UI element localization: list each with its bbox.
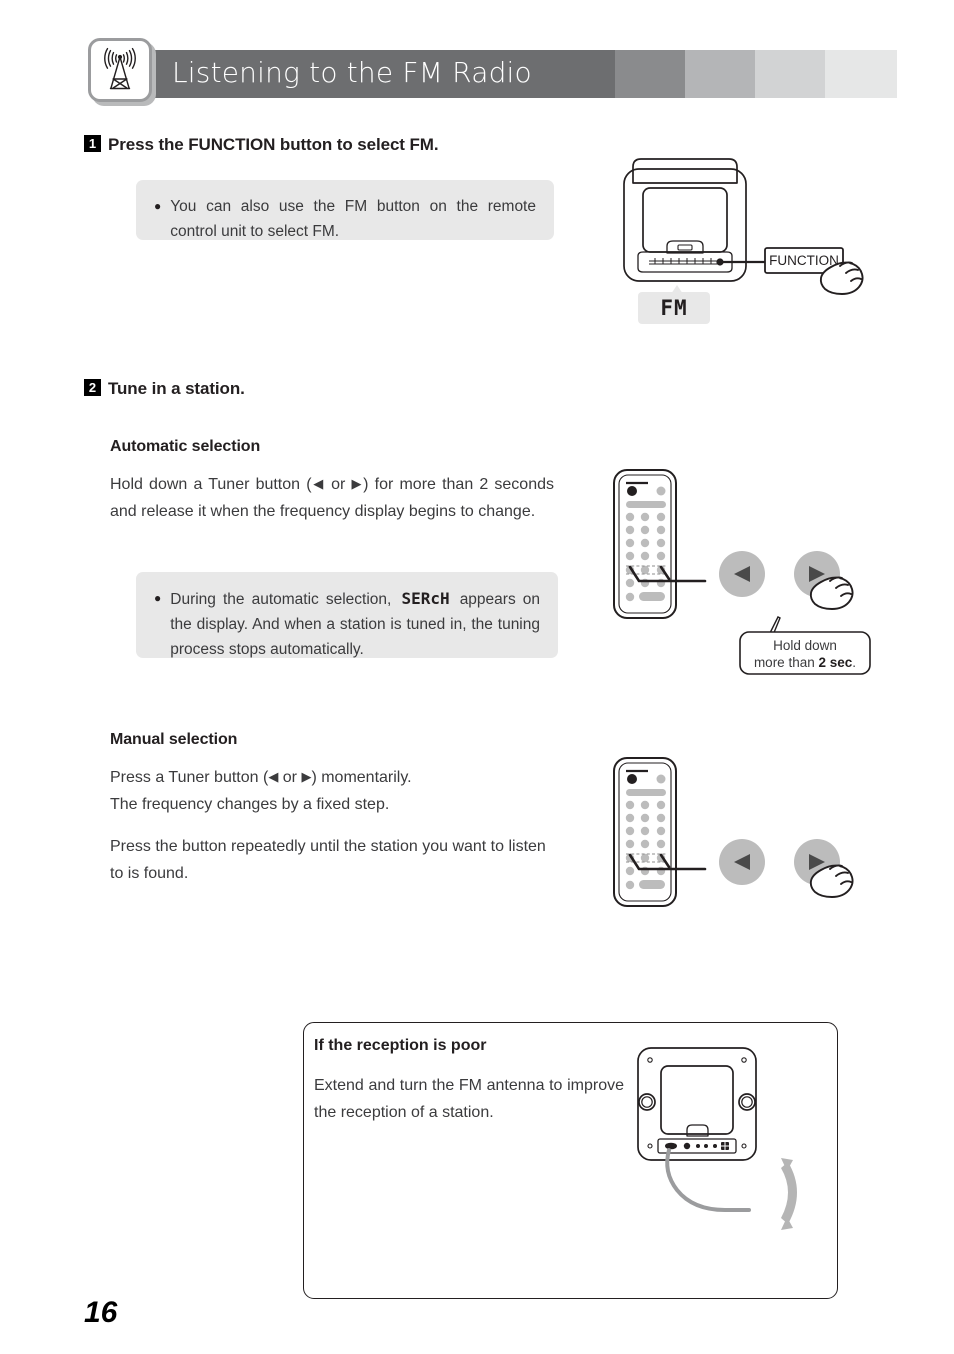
manual-text-before: Press a Tuner button ( — [110, 769, 269, 786]
manual-selection-heading: Manual selection — [110, 731, 238, 748]
manual-text-or: or — [278, 769, 302, 786]
page-header: Listening to the FM Radio — [0, 0, 954, 120]
reception-box-text: Extend and turn the FM antenna to improv… — [314, 1077, 624, 1121]
triangle-left-icon: ◀ — [268, 769, 279, 784]
device-display-text: FM — [660, 296, 687, 320]
device-illustration-function: FUNCTION FM — [605, 145, 905, 335]
header-bar-segment-4 — [755, 50, 825, 98]
remote-illustration-automatic: Hold down more than 2 sec. — [605, 460, 905, 690]
manual-selection-paragraph-2: Press the button repeatedly until the st… — [110, 838, 546, 882]
automatic-selection-note-box: ● During the automatic selection, SERcH … — [136, 572, 558, 658]
automatic-selection-paragraph: Hold down a Tuner button (◀ or ▶) for mo… — [110, 470, 554, 525]
step-1-heading: 1 Press the FUNCTION button to select FM. — [84, 135, 439, 155]
bullet-icon: ● — [154, 591, 162, 605]
reception-box-heading: If the reception is poor — [314, 1037, 487, 1054]
page-title: Listening to the FM Radio — [172, 56, 532, 89]
automatic-note-text: During the automatic selection, SERcH ap… — [170, 586, 540, 662]
step-2-badge: 2 — [84, 379, 101, 396]
manual-selection-paragraph-1: Press a Tuner button (◀ or ▶) momentaril… — [110, 763, 570, 818]
tuner-callout-line1: Hold down — [773, 638, 837, 653]
step-2-heading: 2 Tune in a station. — [84, 379, 245, 399]
triangle-right-icon: ▶ — [301, 769, 312, 784]
tuner-callout-line2: more than 2 sec. — [754, 655, 856, 670]
header-bar-segment-3 — [685, 50, 755, 98]
step-1-note-box: ● You can also use the FM button on the … — [136, 180, 554, 240]
lcd-search-text: SERcH — [401, 589, 450, 608]
triangle-left-icon: ◀ — [311, 476, 325, 491]
remote-illustration-manual — [605, 752, 905, 922]
function-button-callout-label: FUNCTION — [769, 253, 839, 268]
auto-text-or: or — [324, 476, 352, 493]
antenna-device-illustration — [630, 1040, 830, 1295]
step-2-heading-text: Tune in a station. — [108, 379, 245, 398]
step-1-badge: 1 — [84, 135, 101, 152]
bullet-icon: ● — [154, 199, 162, 213]
page-number: 16 — [84, 1296, 118, 1329]
antenna-tower-icon — [88, 38, 152, 102]
header-bar-segment-2 — [615, 50, 685, 98]
triangle-right-icon: ▶ — [351, 476, 364, 491]
step-1-heading-text: Press the FUNCTION button to select FM. — [108, 135, 439, 154]
step-1-note-text: You can also use the FM button on the re… — [170, 198, 536, 240]
auto-note-before: During the automatic selection, — [170, 591, 392, 608]
automatic-selection-heading: Automatic selection — [110, 438, 261, 455]
auto-text-before: Hold down a Tuner button ( — [110, 476, 312, 493]
header-bar-segment-5 — [825, 50, 897, 98]
